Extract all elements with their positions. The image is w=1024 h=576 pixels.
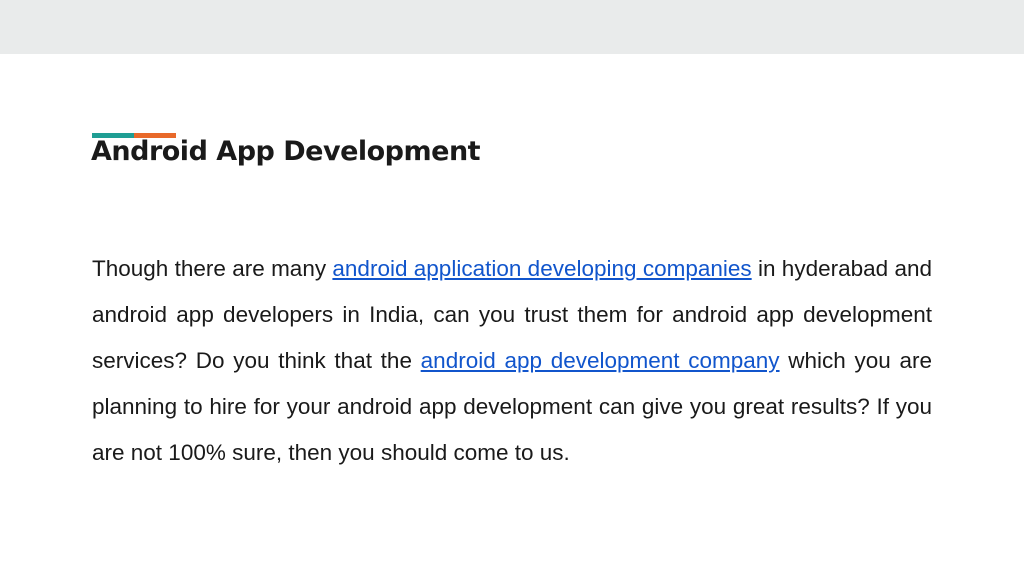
link-android-app-development-company[interactable]: android app development company	[421, 348, 780, 373]
slide-title: Android App Development	[91, 136, 481, 167]
slide: Android App Development Though there are…	[0, 54, 1024, 576]
body-paragraph: Though there are many android applicatio…	[92, 246, 932, 476]
link-android-application-developing-companies[interactable]: android application developing companies	[332, 256, 751, 281]
top-band	[0, 0, 1024, 54]
paragraph-text-1: Though there are many	[92, 256, 333, 281]
